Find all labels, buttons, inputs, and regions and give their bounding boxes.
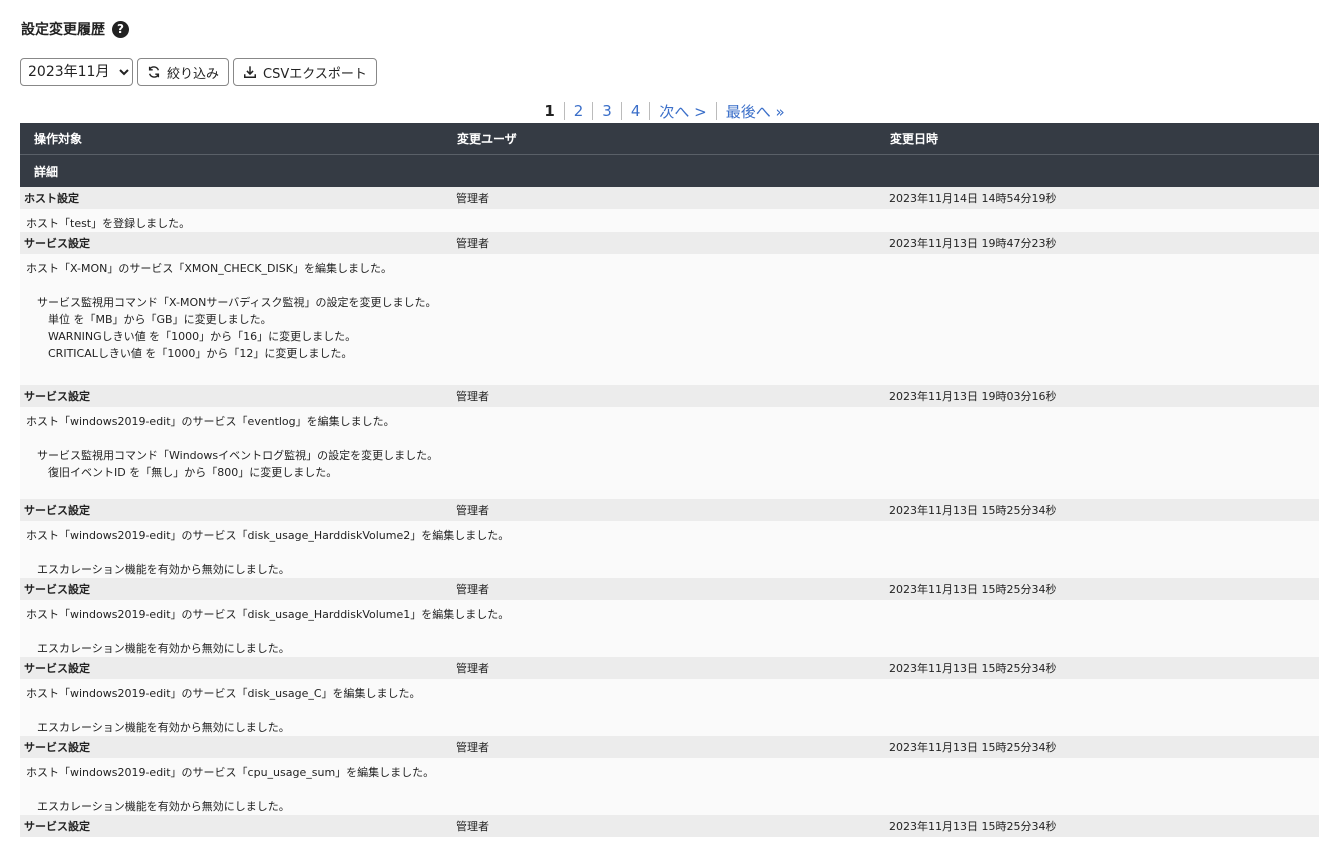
page-link-2[interactable]: 2 bbox=[565, 102, 593, 120]
detail-line: エスカレーション機能を有効から無効にしました。 bbox=[37, 800, 290, 813]
detail-spacer bbox=[26, 544, 1313, 561]
detail-line: エスカレーション機能を有効から無効にしました。 bbox=[37, 642, 290, 655]
cell-target: サービス設定 bbox=[24, 390, 90, 403]
detail-line: サービス監視用コマンド「X-MONサーバディスク監視」の設定を変更しました。 bbox=[37, 296, 437, 309]
detail-line: 単位 を「MB」から「GB」に変更しました。 bbox=[48, 313, 272, 326]
column-header-target: 操作対象 bbox=[34, 132, 83, 146]
cell-user: 管理者 bbox=[456, 192, 489, 205]
page-link-3[interactable]: 3 bbox=[593, 102, 621, 120]
cell-datetime: 2023年11月13日 15時25分34秒 bbox=[889, 504, 1057, 517]
last-page-link[interactable]: 最後へ » bbox=[717, 101, 794, 122]
cell-user: 管理者 bbox=[456, 390, 489, 403]
cell-target: サービス設定 bbox=[24, 741, 90, 754]
table-row: サービス設定 管理者 2023年11月13日 19時03分16秒 bbox=[20, 385, 1319, 407]
cell-user: 管理者 bbox=[456, 237, 489, 250]
refresh-icon bbox=[148, 66, 160, 78]
detail-row: ホスト「windows2019-edit」のサービス「disk_usage_C」… bbox=[20, 679, 1319, 736]
pagination: 1 2 3 4 次へ > 最後へ » bbox=[125, 100, 1204, 122]
cell-target: サービス設定 bbox=[24, 820, 90, 833]
detail-line: ホスト「windows2019-edit」のサービス「disk_usage_C」… bbox=[26, 687, 421, 700]
cell-datetime: 2023年11月13日 15時25分34秒 bbox=[889, 741, 1057, 754]
table-row: サービス設定 管理者 2023年11月13日 15時25分34秒 bbox=[20, 499, 1319, 521]
detail-row: ホスト「X-MON」のサービス「XMON_CHECK_DISK」を編集しました。… bbox=[20, 254, 1319, 385]
detail-spacer bbox=[26, 623, 1313, 640]
cell-datetime: 2023年11月14日 14時54分19秒 bbox=[889, 192, 1057, 205]
page-link-4[interactable]: 4 bbox=[622, 102, 650, 120]
detail-line: エスカレーション機能を有効から無効にしました。 bbox=[37, 721, 290, 734]
detail-row: ホスト「windows2019-edit」のサービス「cpu_usage_sum… bbox=[20, 758, 1319, 815]
csv-export-button[interactable]: CSVエクスポート bbox=[233, 58, 377, 86]
cell-target: サービス設定 bbox=[24, 583, 90, 596]
cell-user: 管理者 bbox=[456, 741, 489, 754]
detail-line: CRITICALしきい値 を「1000」から「12」に変更しました。 bbox=[48, 347, 353, 360]
column-header-detail: 詳細 bbox=[34, 164, 59, 179]
page-link-1: 1 bbox=[544, 102, 555, 120]
cell-datetime: 2023年11月13日 15時25分34秒 bbox=[889, 820, 1057, 833]
cell-user: 管理者 bbox=[456, 662, 489, 675]
download-icon bbox=[244, 66, 257, 78]
history-table: 操作対象 変更ユーザ 変更日時 詳細 ホスト設定 管理者 2023年11月14日 1… bbox=[20, 123, 1319, 837]
cell-datetime: 2023年11月13日 19時47分23秒 bbox=[889, 237, 1057, 250]
help-icon[interactable]: ? bbox=[112, 20, 129, 38]
table-row: ホスト設定 管理者 2023年11月14日 14時54分19秒 bbox=[20, 187, 1319, 209]
detail-line: サービス監視用コマンド「Windowsイベントログ監視」の設定を変更しました。 bbox=[37, 449, 439, 462]
detail-spacer bbox=[26, 277, 1313, 294]
detail-spacer bbox=[26, 781, 1313, 798]
detail-line: ホスト「windows2019-edit」のサービス「disk_usage_Ha… bbox=[26, 529, 510, 542]
detail-line: ホスト「windows2019-edit」のサービス「eventlog」を編集し… bbox=[26, 415, 395, 428]
detail-line: ホスト「X-MON」のサービス「XMON_CHECK_DISK」を編集しました。 bbox=[26, 262, 392, 275]
table-row: サービス設定 管理者 2023年11月13日 15時25分34秒 bbox=[20, 736, 1319, 758]
cell-user: 管理者 bbox=[456, 583, 489, 596]
column-header-user: 変更ユーザ bbox=[457, 132, 517, 146]
cell-target: サービス設定 bbox=[24, 504, 90, 517]
filter-button[interactable]: 絞り込み bbox=[137, 58, 230, 86]
table-row: サービス設定 管理者 2023年11月13日 15時25分34秒 bbox=[20, 815, 1319, 837]
detail-line: WARNINGしきい値 を「1000」から「16」に変更しました。 bbox=[48, 330, 357, 343]
cell-datetime: 2023年11月13日 19時03分16秒 bbox=[889, 390, 1057, 403]
table-body: ホスト設定 管理者 2023年11月14日 14時54分19秒 ホスト「test」を登… bbox=[20, 187, 1319, 837]
detail-line: ホスト「windows2019-edit」のサービス「cpu_usage_sum… bbox=[26, 766, 435, 779]
detail-line: 復旧イベントID を「無し」から「800」に変更しました。 bbox=[48, 466, 338, 479]
cell-user: 管理者 bbox=[456, 504, 489, 517]
column-header-datetime: 変更日時 bbox=[890, 132, 939, 146]
month-select[interactable]: 2023年11月 bbox=[20, 58, 133, 86]
cell-user: 管理者 bbox=[456, 820, 489, 833]
page-header: 設定変更履歴 ? bbox=[21, 17, 129, 41]
toolbar: 2023年11月 絞り込み CSVエクスポート bbox=[20, 58, 377, 86]
detail-spacer bbox=[26, 702, 1313, 719]
table-row: サービス設定 管理者 2023年11月13日 15時25分34秒 bbox=[20, 578, 1319, 600]
detail-spacer bbox=[26, 430, 1313, 447]
cell-datetime: 2023年11月13日 15時25分34秒 bbox=[889, 583, 1057, 596]
table-row: サービス設定 管理者 2023年11月13日 19時47分23秒 bbox=[20, 232, 1319, 254]
detail-row: ホスト「windows2019-edit」のサービス「disk_usage_Ha… bbox=[20, 521, 1319, 578]
detail-row: ホスト「test」を登録しました。 bbox=[20, 209, 1319, 232]
cell-target: ホスト設定 bbox=[24, 192, 79, 205]
detail-row: ホスト「windows2019-edit」のサービス「eventlog」を編集し… bbox=[20, 407, 1319, 499]
detail-line: ホスト「windows2019-edit」のサービス「disk_usage_Ha… bbox=[26, 608, 510, 621]
detail-row: ホスト「windows2019-edit」のサービス「disk_usage_Ha… bbox=[20, 600, 1319, 657]
page-title: 設定変更履歴 bbox=[21, 22, 105, 38]
cell-datetime: 2023年11月13日 15時25分34秒 bbox=[889, 662, 1057, 675]
cell-target: サービス設定 bbox=[24, 237, 90, 250]
filter-button-label: 絞り込み bbox=[167, 66, 220, 82]
detail-line: ホスト「test」を登録しました。 bbox=[26, 217, 191, 230]
next-page-link[interactable]: 次へ > bbox=[650, 101, 715, 122]
table-header: 操作対象 変更ユーザ 変更日時 詳細 bbox=[20, 123, 1319, 187]
table-row: サービス設定 管理者 2023年11月13日 15時25分34秒 bbox=[20, 657, 1319, 679]
cell-target: サービス設定 bbox=[24, 662, 90, 675]
detail-line: エスカレーション機能を有効から無効にしました。 bbox=[37, 563, 290, 576]
csv-export-label: CSVエクスポート bbox=[263, 66, 367, 82]
